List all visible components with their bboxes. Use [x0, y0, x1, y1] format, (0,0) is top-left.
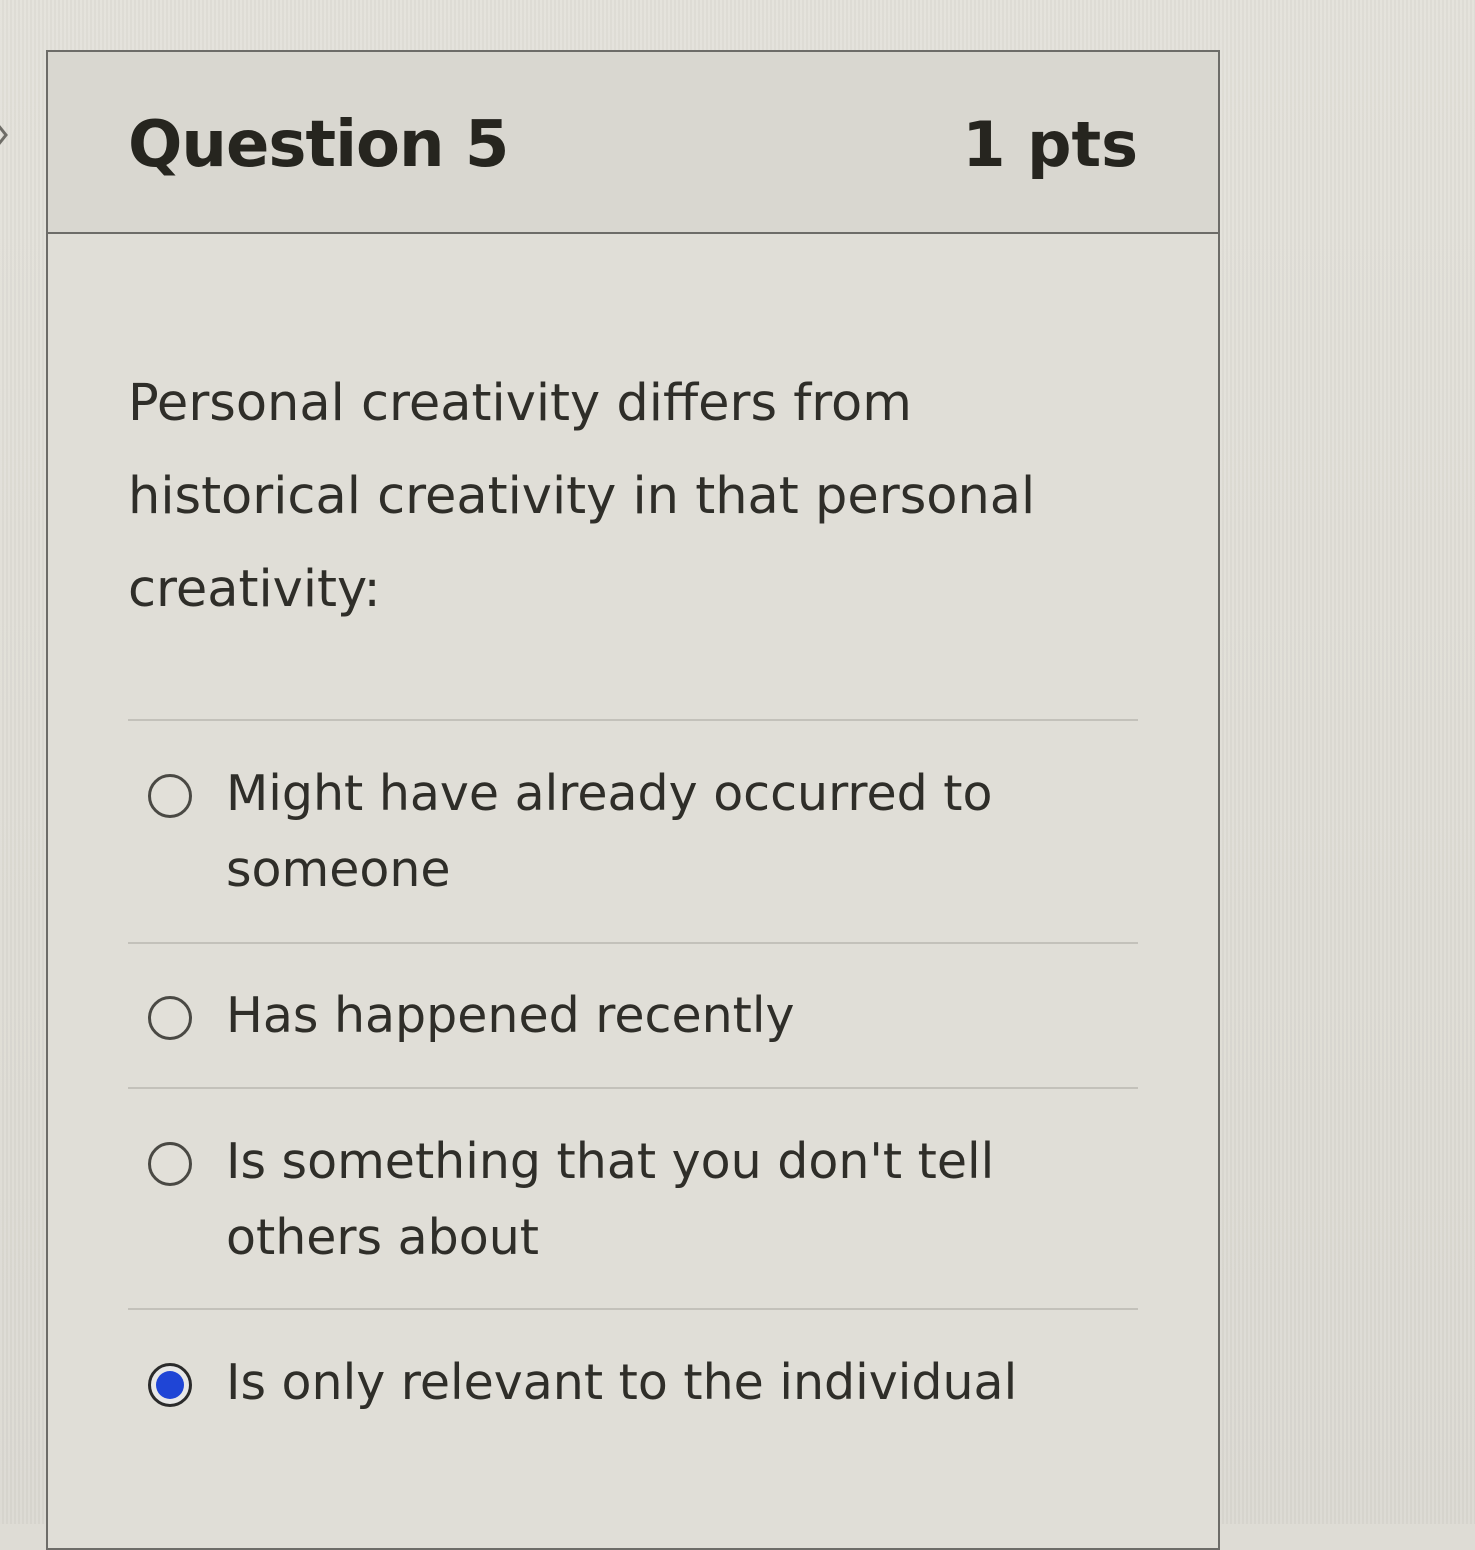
- question-header: Question 5 1 pts: [48, 52, 1218, 234]
- answer-label[interactable]: Is something that you don't tell others …: [226, 1124, 1046, 1276]
- question-points: 1 pts: [962, 108, 1138, 181]
- question-text: Personal creativity differs from histori…: [128, 374, 1036, 619]
- answer-divider: [128, 719, 1138, 721]
- radio-button[interactable]: [148, 1142, 192, 1186]
- question-card: Question 5 1 pts Personal creativity dif…: [46, 50, 1220, 1550]
- answer-option[interactable]: Might have already occurred to someone: [148, 765, 1048, 898]
- answer-label[interactable]: Is only relevant to the individual: [226, 1345, 1046, 1421]
- answer-label[interactable]: Has happened recently: [226, 978, 1046, 1054]
- radio-button-selected[interactable]: [148, 1363, 192, 1407]
- answer-divider: [128, 942, 1138, 944]
- answer-divider: [128, 1308, 1138, 1310]
- answer-divider: [128, 1087, 1138, 1089]
- answer-option[interactable]: Has happened recently: [148, 987, 1048, 1086]
- answer-label[interactable]: Might have already occurred to someone: [226, 756, 1046, 908]
- radio-button[interactable]: [148, 774, 192, 818]
- question-title: Question 5: [128, 108, 509, 182]
- answer-option-selected[interactable]: Is only relevant to the individual: [148, 1354, 1048, 1453]
- radio-button[interactable]: [148, 996, 192, 1040]
- answer-option[interactable]: Is something that you don't tell others …: [148, 1133, 1048, 1266]
- chevron-right-icon: [0, 125, 8, 145]
